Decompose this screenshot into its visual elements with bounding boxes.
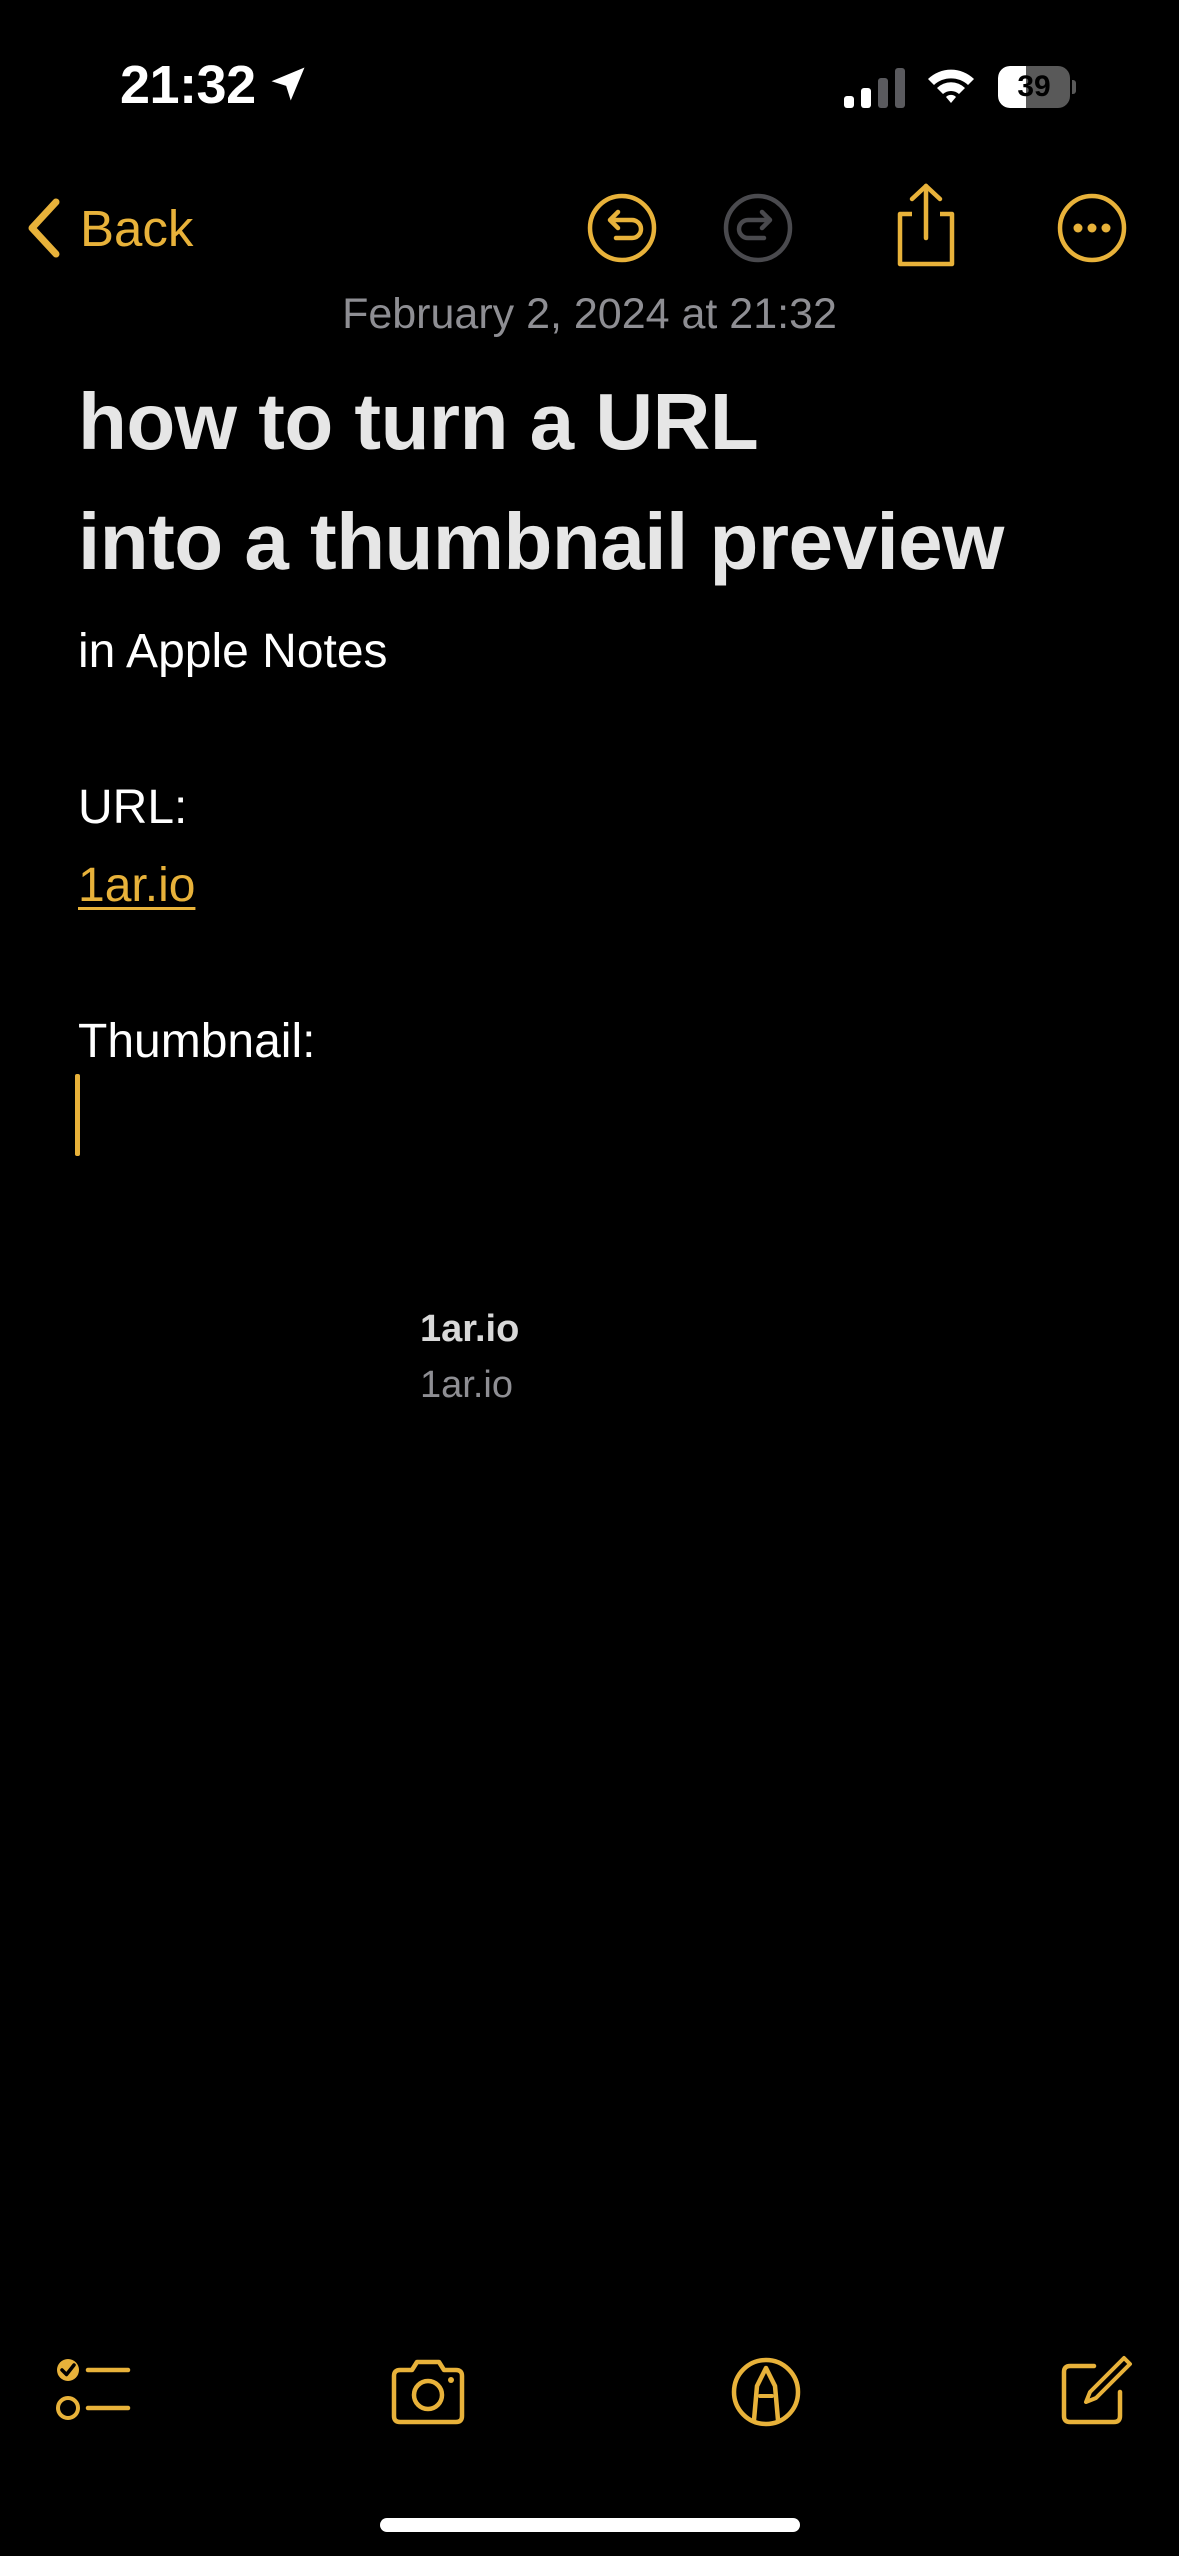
wifi-icon [928,69,974,103]
back-button[interactable]: Back [22,190,212,266]
note-date: February 2, 2024 at 21:32 [342,290,837,338]
cellular-signal-icon [844,68,905,108]
link-preview-title: 1ar.io [420,1308,520,1350]
url-label[interactable]: URL: [78,780,187,835]
battery-indicator: 39 [998,66,1076,108]
text-cursor [75,1074,80,1156]
note-title-line-2[interactable]: into a thumbnail preview [78,496,1004,588]
checklist-icon[interactable] [50,2352,134,2432]
link-preview-card[interactable]: 1ar.io 1ar.io [420,1308,760,1418]
battery-level: 39 [1017,70,1051,103]
thumbnail-label[interactable]: Thumbnail: [78,1014,315,1069]
link-preview-domain: 1ar.io [420,1364,513,1406]
share-icon[interactable] [888,180,964,270]
home-indicator[interactable] [380,2518,800,2532]
status-time: 21:32 [120,55,256,115]
camera-icon[interactable] [386,2352,470,2432]
url-link[interactable]: 1ar.io [78,858,195,913]
note-subtitle[interactable]: in Apple Notes [78,624,388,679]
redo-icon[interactable] [720,190,796,266]
chevron-left-icon [28,198,60,258]
markup-icon[interactable] [726,2352,806,2432]
note-title-line-1[interactable]: how to turn a URL [78,376,759,468]
undo-icon[interactable] [584,190,660,266]
more-icon[interactable] [1054,190,1130,266]
location-arrow-icon [271,67,305,101]
compose-icon[interactable] [1054,2350,1134,2430]
back-label: Back [80,199,194,257]
